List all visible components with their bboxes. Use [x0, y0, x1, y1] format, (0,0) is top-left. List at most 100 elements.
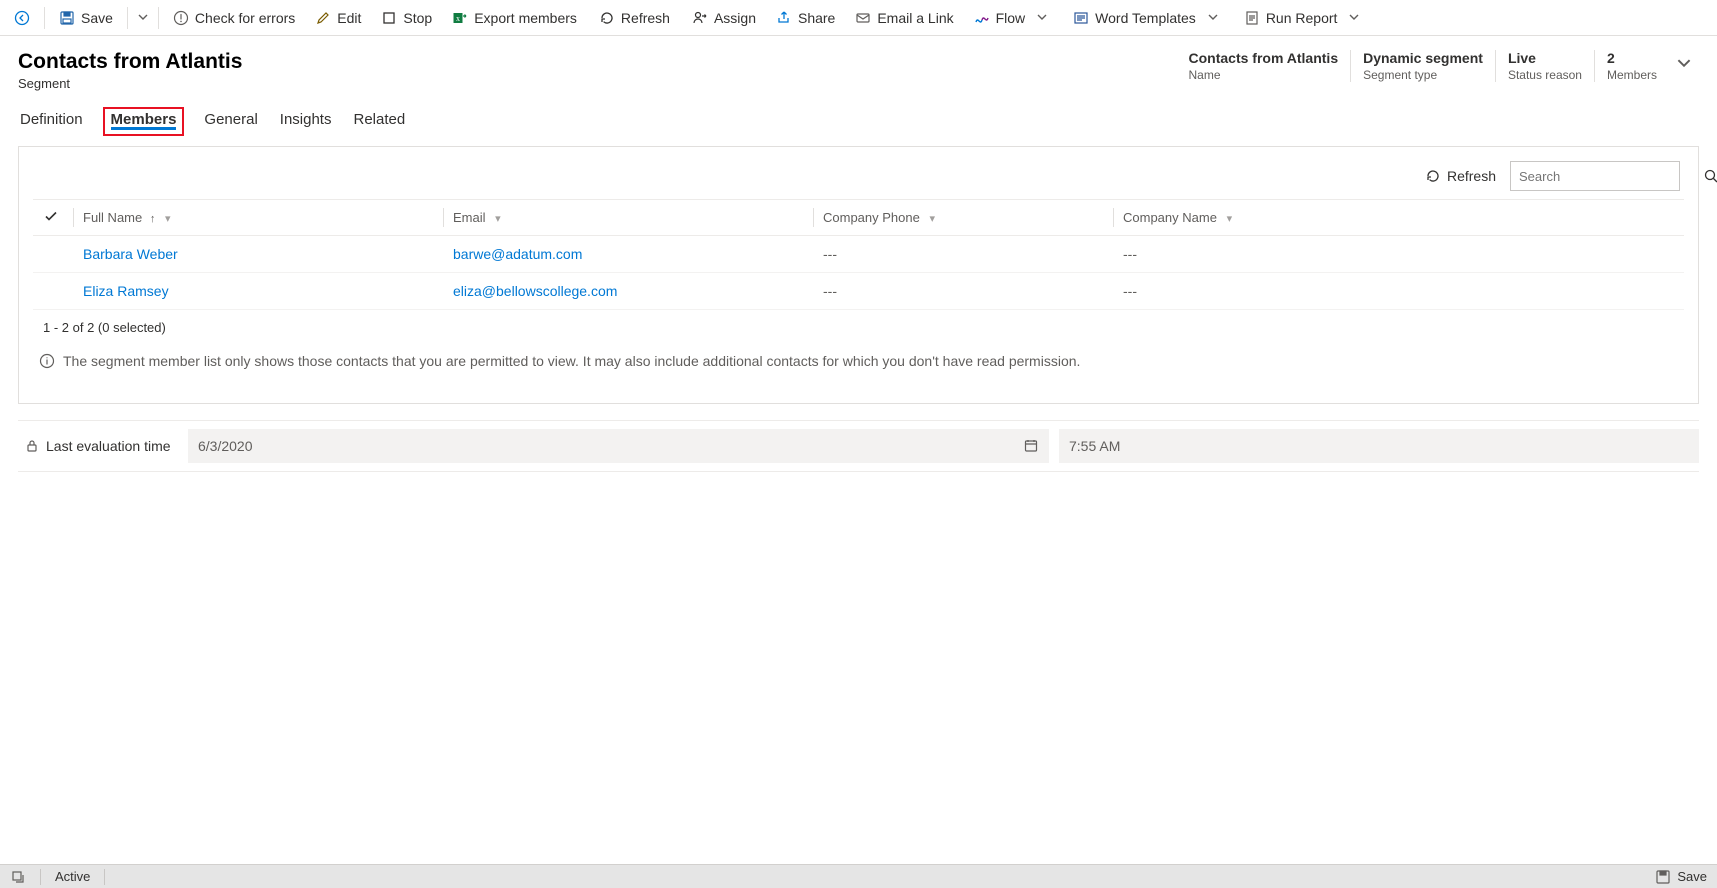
check-errors-button[interactable]: Check for errors: [163, 0, 305, 36]
members-panel: Refresh: [18, 146, 1699, 404]
search-input[interactable]: [1517, 168, 1697, 185]
table-row[interactable]: Barbara Weber barwe@adatum.com --- ---: [33, 236, 1684, 273]
evaluation-time-field[interactable]: 7:55 AM: [1059, 429, 1699, 463]
fact-label: Name: [1189, 68, 1339, 82]
cell-company-phone: ---: [823, 283, 837, 299]
assign-label: Assign: [714, 10, 756, 26]
chevron-down-icon[interactable]: ▾: [1227, 213, 1233, 225]
word-templates-icon: [1073, 10, 1089, 26]
fact-label: Status reason: [1508, 68, 1582, 82]
report-icon: [1244, 10, 1260, 26]
table-row[interactable]: Eliza Ramsey eliza@bellowscollege.com --…: [33, 273, 1684, 310]
column-company-name[interactable]: Company Name ▾: [1113, 200, 1684, 236]
chevron-down-icon[interactable]: ▾: [929, 213, 935, 225]
excel-export-icon: x: [452, 10, 468, 26]
cell-company-name: ---: [1123, 246, 1137, 262]
export-members-button[interactable]: x Export members: [442, 0, 587, 36]
share-label: Share: [798, 10, 835, 26]
chevron-down-icon[interactable]: ▾: [165, 213, 171, 225]
assign-button[interactable]: Assign: [682, 0, 766, 36]
check-errors-label: Check for errors: [195, 10, 295, 26]
fact-value: Live: [1508, 50, 1582, 66]
save-split-chevron[interactable]: [132, 11, 154, 25]
chevron-down-icon: [1031, 11, 1053, 25]
grid-paging: 1 - 2 of 2 (0 selected): [33, 310, 1684, 335]
info-text: The segment member list only shows those…: [63, 353, 1080, 369]
calendar-icon[interactable]: [1023, 438, 1039, 454]
back-button[interactable]: [4, 0, 40, 36]
email-link-icon: [855, 10, 871, 26]
cell-company-name: ---: [1123, 283, 1137, 299]
refresh-icon: [599, 10, 615, 26]
tab-related[interactable]: Related: [351, 107, 407, 136]
email-link-button[interactable]: Email a Link: [845, 0, 963, 36]
header-left: Contacts from Atlantis Segment: [18, 50, 242, 91]
edit-button[interactable]: Edit: [305, 0, 371, 36]
fact-members: 2 Members: [1594, 50, 1669, 82]
record-header: Contacts from Atlantis Segment Contacts …: [0, 36, 1717, 97]
chevron-down-icon: [1202, 11, 1224, 25]
column-full-name[interactable]: Full Name ↑ ▾: [73, 200, 443, 236]
refresh-button[interactable]: Refresh: [589, 0, 680, 36]
column-select-all[interactable]: [33, 200, 73, 236]
stop-icon: [381, 10, 397, 26]
refresh-label: Refresh: [621, 10, 670, 26]
run-report-button[interactable]: Run Report: [1234, 0, 1376, 36]
evaluation-date-value: 6/3/2020: [198, 438, 253, 454]
column-email[interactable]: Email ▾: [443, 200, 813, 236]
evaluation-label: Last evaluation time: [46, 438, 171, 454]
save-icon: [59, 10, 75, 26]
word-templates-label: Word Templates: [1095, 10, 1196, 26]
refresh-icon: [1425, 168, 1441, 184]
tab-insights[interactable]: Insights: [278, 107, 334, 136]
evaluation-date-field[interactable]: 6/3/2020: [188, 429, 1049, 463]
tab-members[interactable]: Members: [103, 107, 185, 136]
column-label: Email: [453, 210, 486, 225]
sort-ascending-icon: ↑: [150, 213, 156, 225]
separator: [44, 7, 45, 29]
grid-toolbar: Refresh: [33, 161, 1684, 199]
stop-label: Stop: [403, 10, 432, 26]
grid-refresh-button[interactable]: Refresh: [1425, 168, 1496, 184]
chevron-down-icon: [1343, 11, 1365, 25]
save-icon: [1655, 869, 1671, 885]
email-link[interactable]: barwe@adatum.com: [453, 246, 582, 262]
status-text: Active: [55, 869, 90, 884]
chevron-down-icon[interactable]: ▾: [495, 213, 501, 225]
lock-icon: [24, 438, 40, 454]
last-evaluation-row: Last evaluation time 6/3/2020 7:55 AM: [18, 420, 1699, 472]
stop-button[interactable]: Stop: [371, 0, 442, 36]
svg-text:x: x: [456, 14, 460, 23]
cell-company-phone: ---: [823, 246, 837, 262]
run-report-label: Run Report: [1266, 10, 1338, 26]
export-members-label: Export members: [474, 10, 577, 26]
fact-segment-type: Dynamic segment Segment type: [1350, 50, 1495, 82]
contact-link[interactable]: Barbara Weber: [83, 246, 178, 262]
members-grid: Full Name ↑ ▾ Email ▾ Company Phone ▾: [33, 199, 1684, 310]
fact-value: 2: [1607, 50, 1657, 66]
save-button[interactable]: Save: [49, 0, 123, 36]
share-button[interactable]: Share: [766, 0, 845, 36]
chevron-left-circle-icon: [14, 10, 30, 26]
grid-search[interactable]: [1510, 161, 1680, 191]
status-bar: Active Save: [0, 864, 1717, 888]
email-link[interactable]: eliza@bellowscollege.com: [453, 283, 617, 299]
search-icon[interactable]: [1703, 168, 1717, 184]
header-expand-chevron[interactable]: [1669, 50, 1699, 73]
tab-general[interactable]: General: [202, 107, 259, 136]
popout-icon[interactable]: [10, 869, 26, 885]
flow-button[interactable]: Flow: [964, 0, 1064, 36]
tab-definition[interactable]: Definition: [18, 107, 85, 136]
separator: [158, 7, 159, 29]
column-company-phone[interactable]: Company Phone ▾: [813, 200, 1113, 236]
fact-value: Dynamic segment: [1363, 50, 1483, 66]
footer-save-button[interactable]: Save: [1655, 869, 1707, 885]
footer-save-label: Save: [1677, 869, 1707, 884]
entity-subtitle: Segment: [18, 76, 242, 91]
fact-name: Contacts from Atlantis Name: [1177, 50, 1351, 82]
command-bar: Save Check for errors Edit Stop x Export…: [0, 0, 1717, 36]
pencil-icon: [315, 10, 331, 26]
contact-link[interactable]: Eliza Ramsey: [83, 283, 169, 299]
column-label: Company Phone: [823, 210, 920, 225]
word-templates-button[interactable]: Word Templates: [1063, 0, 1234, 36]
